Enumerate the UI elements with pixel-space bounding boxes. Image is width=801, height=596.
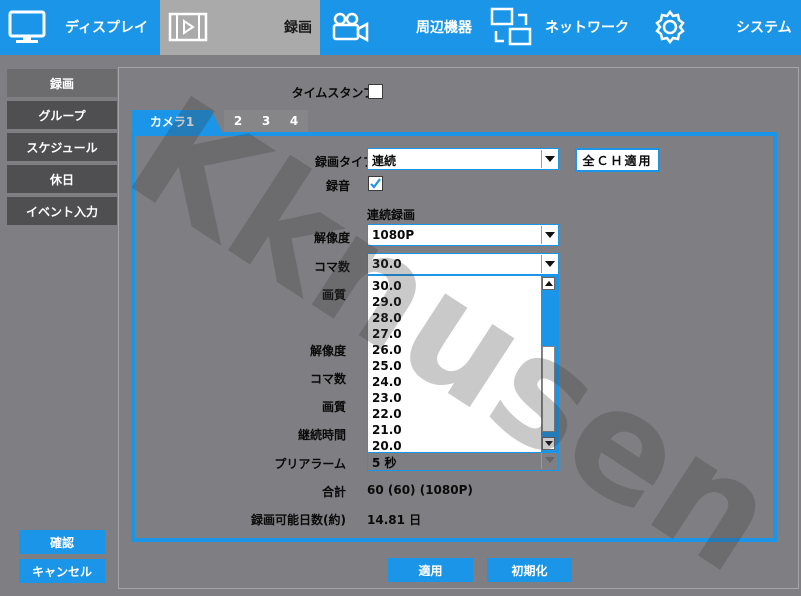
recordable-days-value: 14.81 日 xyxy=(367,513,422,527)
sidebar-item-holiday[interactable]: 休日 xyxy=(7,165,117,193)
arrow-down-icon xyxy=(544,441,553,446)
quality-label: 画質 xyxy=(321,288,346,302)
tab-camera-3[interactable]: 3 xyxy=(252,110,280,132)
audio-checkbox[interactable] xyxy=(368,176,383,191)
fps-option[interactable]: 25.0 xyxy=(372,359,402,373)
sidebar-item-record[interactable]: 録画 xyxy=(7,69,117,97)
nav-tab-network-label: ネットワーク xyxy=(545,20,629,36)
record-type-select[interactable]: 連続 xyxy=(367,148,559,170)
sidebar-item-group[interactable]: グループ xyxy=(7,101,117,129)
fps-option[interactable]: 21.0 xyxy=(372,423,402,437)
fps-option[interactable]: 20.0 xyxy=(372,439,402,453)
fps-option[interactable]: 30.0 xyxy=(372,279,402,293)
dropdown-scrollbar[interactable] xyxy=(541,276,558,452)
fps-option[interactable]: 24.0 xyxy=(372,375,402,389)
ok-button[interactable]: 確認 xyxy=(19,530,105,554)
fps-value: 30.0 xyxy=(372,257,402,271)
fps-option[interactable]: 29.0 xyxy=(372,295,402,309)
sidebar-item-label: イベント入力 xyxy=(25,204,98,219)
continuous-recording-header: 連続録画 xyxy=(367,208,416,222)
nav-tab-display-label: ディスプレイ xyxy=(65,20,149,36)
film-icon xyxy=(168,12,208,42)
chevron-down-icon xyxy=(541,226,557,244)
timestamp-checkbox[interactable] xyxy=(368,84,383,99)
duration-label: 継続時間 xyxy=(297,428,346,442)
top-navigation: ディスプレイ 録画 周辺機器 ネットワーク システム xyxy=(0,0,801,55)
nav-tab-record-label: 録画 xyxy=(284,20,312,36)
check-icon xyxy=(370,178,381,189)
sidebar-item-label: 休日 xyxy=(49,172,74,187)
fps-option[interactable]: 23.0 xyxy=(372,391,402,405)
event-quality-label: 画質 xyxy=(321,400,346,414)
gear-icon xyxy=(655,9,685,45)
network-icon xyxy=(490,7,532,46)
monitor-icon xyxy=(8,10,46,43)
record-type-label: 録画タイプ xyxy=(314,155,375,169)
scroll-thumb[interactable] xyxy=(542,346,555,432)
sidebar-item-event-input[interactable]: イベント入力 xyxy=(7,197,117,225)
fps-option[interactable]: 28.0 xyxy=(372,311,402,325)
resolution-value: 1080P xyxy=(372,228,415,242)
tab-label: 3 xyxy=(261,114,271,128)
chevron-down-icon xyxy=(541,150,557,168)
nav-tab-record[interactable]: 録画 xyxy=(160,0,320,55)
timestamp-label: タイムスタンプ xyxy=(291,86,375,100)
audio-label: 録音 xyxy=(325,179,350,193)
reset-defaults-button[interactable]: 初期化 xyxy=(487,558,572,582)
video-camera-icon xyxy=(332,12,369,43)
nav-tab-peripherals-label: 周辺機器 xyxy=(416,20,472,36)
event-fps-label: コマ数 xyxy=(309,372,346,386)
total-label: 合計 xyxy=(321,485,346,499)
sidebar-item-label: 録画 xyxy=(49,76,74,91)
tab-label: 4 xyxy=(289,114,299,128)
sidebar-item-schedule[interactable]: スケジュール xyxy=(7,133,117,161)
resolution-label: 解像度 xyxy=(313,231,350,245)
tab-label: 2 xyxy=(233,114,243,128)
cancel-button[interactable]: キャンセル xyxy=(19,559,105,583)
nav-tab-system[interactable]: システム xyxy=(640,0,801,55)
tab-camera-4[interactable]: 4 xyxy=(280,110,308,132)
apply-button[interactable]: 適用 xyxy=(388,558,473,582)
nav-tab-peripherals[interactable]: 周辺機器 xyxy=(320,0,480,55)
nav-tab-network[interactable]: ネットワーク xyxy=(480,0,640,55)
recordable-days-label: 録画可能日数(約) xyxy=(251,513,346,527)
fps-dropdown-list: 30.0 29.0 28.0 27.0 26.0 25.0 24.0 23.0 22.0 21.0… xyxy=(367,275,559,453)
total-value: 60 (60) (1080P) xyxy=(367,483,473,497)
fps-option[interactable]: 27.0 xyxy=(372,327,402,341)
nav-tab-system-label: システム xyxy=(736,20,792,36)
scroll-up-button[interactable] xyxy=(542,277,555,290)
fps-select[interactable]: 30.0 xyxy=(367,253,559,275)
arrow-up-icon xyxy=(544,281,553,286)
scroll-down-button[interactable] xyxy=(542,437,555,450)
tab-camera-2[interactable]: 2 xyxy=(224,110,252,132)
record-type-value: 連続 xyxy=(372,154,397,168)
fps-label: コマ数 xyxy=(313,260,350,274)
prealarm-value: 5 秒 xyxy=(372,456,397,470)
nav-tab-display[interactable]: ディスプレイ xyxy=(0,0,160,55)
fps-option[interactable]: 26.0 xyxy=(372,343,402,357)
apply-all-channels-button[interactable]: 全ＣＨ適用 xyxy=(575,148,660,172)
prealarm-label: プリアラーム xyxy=(274,457,346,471)
sidebar-item-label: グループ xyxy=(38,108,86,123)
resolution-select[interactable]: 1080P xyxy=(367,224,559,246)
tab-label: カメラ1 xyxy=(149,114,195,129)
fps-option[interactable]: 22.0 xyxy=(372,407,402,421)
chevron-down-icon xyxy=(541,255,557,273)
chevron-down-icon xyxy=(541,451,557,469)
sidebar-item-label: スケジュール xyxy=(26,140,98,155)
event-resolution-label: 解像度 xyxy=(309,344,346,358)
tab-camera-1[interactable]: カメラ1 xyxy=(132,110,222,132)
